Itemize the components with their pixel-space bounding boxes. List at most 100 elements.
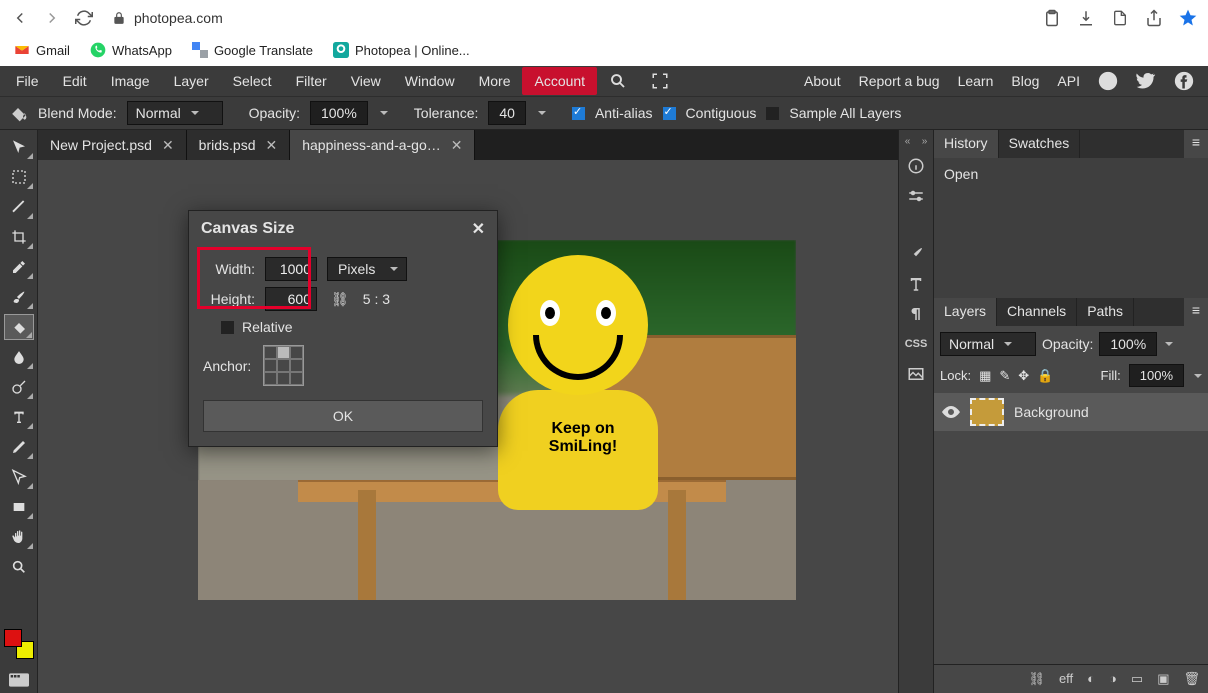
tool-paintbucket[interactable] [4, 314, 34, 340]
ok-button[interactable]: OK [203, 400, 483, 432]
tool-pen[interactable] [4, 434, 34, 460]
menu-file[interactable]: File [4, 67, 51, 95]
width-input[interactable] [265, 257, 317, 281]
brush-panel-icon[interactable] [903, 243, 929, 265]
tab-swatches[interactable]: Swatches [999, 130, 1081, 158]
bookmark-photopea[interactable]: Photopea | Online... [333, 42, 470, 58]
account-button[interactable]: Account [522, 67, 597, 95]
facebook-icon[interactable] [1174, 71, 1194, 91]
height-input[interactable] [265, 287, 317, 311]
css-panel-icon[interactable]: CSS [903, 333, 929, 355]
antialias-checkbox[interactable] [572, 107, 585, 120]
link-icon[interactable]: ⛓ [327, 291, 353, 308]
tool-rectangle[interactable] [4, 494, 34, 520]
close-icon[interactable]: ✕ [472, 219, 485, 239]
collapse-panels-icon[interactable]: «» [899, 136, 933, 147]
page-icon[interactable] [1110, 8, 1130, 28]
close-tab-icon[interactable]: ✕ [162, 137, 174, 154]
foreground-color-well[interactable] [4, 629, 22, 647]
tool-zoom[interactable] [4, 554, 34, 580]
share-icon[interactable] [1144, 8, 1164, 28]
tab-layers[interactable]: Layers [934, 298, 997, 326]
reddit-icon[interactable] [1098, 71, 1118, 91]
forward-button[interactable] [42, 8, 62, 28]
menu-view[interactable]: View [339, 67, 393, 95]
tool-crop[interactable] [4, 224, 34, 250]
adjustment-icon[interactable]: ◑ [1109, 671, 1117, 687]
menu-select[interactable]: Select [221, 67, 284, 95]
tool-keyboard-icon[interactable] [4, 667, 34, 693]
history-entry[interactable]: Open [934, 162, 1208, 186]
new-layer-icon[interactable]: ▣ [1157, 671, 1169, 687]
link-learn[interactable]: Learn [958, 73, 994, 89]
link-layers-icon[interactable]: ⛓ [1028, 671, 1045, 687]
link-api[interactable]: API [1057, 73, 1080, 89]
tool-eyedropper[interactable] [4, 254, 34, 280]
tool-blur[interactable] [4, 344, 34, 370]
install-icon[interactable] [1076, 8, 1096, 28]
reload-button[interactable] [74, 8, 94, 28]
fullscreen-icon[interactable] [639, 66, 681, 96]
address-bar[interactable]: photopea.com [106, 10, 1030, 26]
menu-image[interactable]: Image [99, 67, 162, 95]
tool-type[interactable] [4, 404, 34, 430]
anchor-grid[interactable] [263, 345, 304, 386]
gallery-panel-icon[interactable] [903, 363, 929, 385]
visibility-eye-icon[interactable] [942, 405, 960, 419]
lock-brush-icon[interactable]: ✎ [999, 368, 1010, 384]
twitter-icon[interactable] [1136, 71, 1156, 91]
document-tab[interactable]: happiness-and-a-go… ✕ [290, 130, 475, 160]
tool-dodge[interactable] [4, 374, 34, 400]
document-tab[interactable]: brids.psd ✕ [187, 130, 291, 160]
layer-opacity-value[interactable]: 100% [1099, 332, 1157, 356]
tool-marquee[interactable] [4, 164, 34, 190]
menu-window[interactable]: Window [393, 67, 467, 95]
clipboard-icon[interactable] [1042, 8, 1062, 28]
tool-wand[interactable] [4, 194, 34, 220]
tool-hand[interactable] [4, 524, 34, 550]
tool-move[interactable] [4, 134, 34, 160]
delete-layer-icon[interactable]: 🗑 [1183, 671, 1200, 687]
menu-filter[interactable]: Filter [284, 67, 339, 95]
back-button[interactable] [10, 8, 30, 28]
lock-position-icon[interactable]: ✥ [1018, 368, 1029, 384]
tab-history[interactable]: History [934, 130, 999, 158]
blend-mode-select[interactable]: Normal [127, 101, 223, 125]
panel-menu-icon[interactable]: ≡ [1184, 298, 1208, 326]
link-about[interactable]: About [804, 73, 841, 89]
canvas-area[interactable]: Keep onSmiLing! Canvas Size ✕ Width: Pix… [38, 160, 898, 693]
menu-layer[interactable]: Layer [162, 67, 221, 95]
bookmark-gmail[interactable]: Gmail [14, 42, 70, 58]
layer-blend-select[interactable]: Normal [940, 332, 1036, 356]
effects-label[interactable]: eff [1059, 671, 1073, 687]
tolerance-value[interactable]: 40 [488, 101, 526, 125]
link-reportbug[interactable]: Report a bug [859, 73, 940, 89]
paragraph-panel-icon[interactable] [903, 303, 929, 325]
bookmark-star-icon[interactable] [1178, 8, 1198, 28]
document-tab[interactable]: New Project.psd ✕ [38, 130, 187, 160]
layer-row[interactable]: Background [934, 393, 1208, 431]
contiguous-checkbox[interactable] [663, 107, 676, 120]
bookmark-whatsapp[interactable]: WhatsApp [90, 42, 172, 58]
panel-menu-icon[interactable]: ≡ [1184, 130, 1208, 158]
close-tab-icon[interactable]: ✕ [451, 137, 463, 154]
opacity-value[interactable]: 100% [310, 101, 368, 125]
adjust-panel-icon[interactable] [903, 185, 929, 207]
close-tab-icon[interactable]: ✕ [265, 137, 277, 154]
lock-all-icon[interactable]: 🔒 [1037, 368, 1053, 384]
tool-pathselect[interactable] [4, 464, 34, 490]
bookmark-translate[interactable]: Google Translate [192, 42, 313, 58]
menubar-search-icon[interactable] [597, 66, 639, 96]
tab-channels[interactable]: Channels [997, 298, 1077, 326]
character-panel-icon[interactable] [903, 273, 929, 295]
lock-pixels-icon[interactable]: ▦ [979, 368, 991, 384]
units-select[interactable]: Pixels [327, 257, 407, 281]
add-mask-icon[interactable]: ◐ [1087, 671, 1095, 687]
link-blog[interactable]: Blog [1011, 73, 1039, 89]
tool-brush[interactable] [4, 284, 34, 310]
relative-checkbox[interactable] [221, 321, 234, 334]
sampleall-checkbox[interactable] [766, 107, 779, 120]
color-wells[interactable] [4, 629, 34, 659]
tab-paths[interactable]: Paths [1077, 298, 1134, 326]
new-folder-icon[interactable]: ▭ [1131, 671, 1143, 687]
